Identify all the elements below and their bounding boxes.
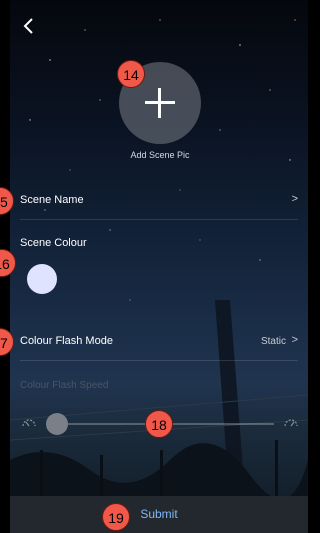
annotation-badge-18: 18 xyxy=(145,410,173,438)
chevron-right-icon: > xyxy=(291,334,298,346)
scene-colour-swatch[interactable] xyxy=(27,264,57,294)
colour-flash-mode-row[interactable]: Colour Flash Mode Static > xyxy=(10,330,308,358)
colour-flash-mode-value: Static xyxy=(260,336,286,347)
speed-slow-icon xyxy=(22,419,36,427)
scene-colour-label: Scene Colour xyxy=(20,237,87,249)
divider xyxy=(20,219,298,220)
annotation-badge-19: 19 xyxy=(102,503,130,531)
colour-flash-mode-label: Colour Flash Mode xyxy=(20,335,113,347)
plus-icon-vertical xyxy=(158,88,161,118)
add-scene-pic-label: Add Scene Pic xyxy=(130,150,190,160)
scene-name-label: Scene Name xyxy=(20,194,84,206)
back-chevron-icon[interactable] xyxy=(18,14,40,38)
submit-bar[interactable]: Submit xyxy=(10,496,308,533)
phone-frame: Add Scene Pic Scene Name > Scene Colour … xyxy=(0,0,308,533)
speed-fast-icon xyxy=(284,419,298,427)
scene-editor-screen: Add Scene Pic Scene Name > Scene Colour … xyxy=(10,0,308,533)
annotation-badge-14: 14 xyxy=(117,60,145,88)
submit-button[interactable]: Submit xyxy=(10,507,308,521)
chevron-right-icon: > xyxy=(291,193,298,205)
divider xyxy=(20,360,298,361)
colour-flash-speed-label: Colour Flash Speed xyxy=(20,380,109,391)
scene-name-row[interactable]: Scene Name > xyxy=(10,188,308,218)
